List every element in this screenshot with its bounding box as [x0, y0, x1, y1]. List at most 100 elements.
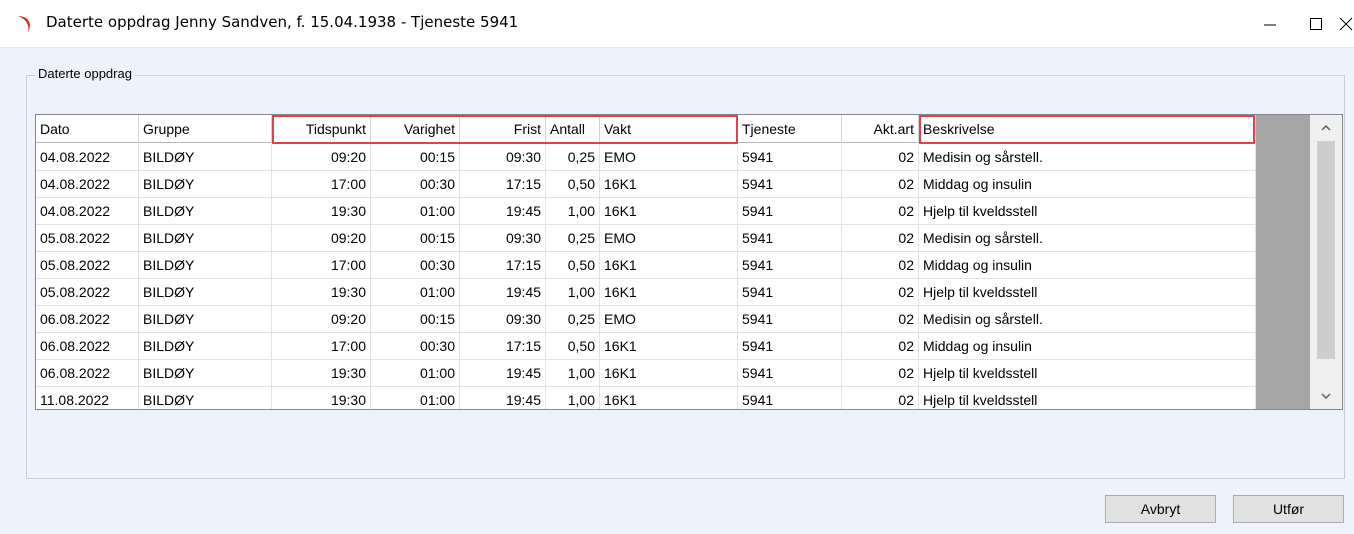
cell-tidspunkt: 19:30: [272, 198, 371, 225]
cell-tidspunkt: 17:00: [272, 252, 371, 279]
cell-dato: 05.08.2022: [36, 225, 139, 252]
cell-frist: 19:45: [460, 387, 546, 409]
cell-antall: 0,50: [546, 252, 600, 279]
cancel-button[interactable]: Avbryt: [1105, 495, 1216, 523]
cell-dato: 06.08.2022: [36, 360, 139, 387]
cell-dato: 04.08.2022: [36, 144, 139, 171]
cell-frist: 19:45: [460, 279, 546, 306]
cell-gruppe: BILDØY: [139, 198, 272, 225]
cell-frist: 17:15: [460, 333, 546, 360]
assignments-table[interactable]: Dato Gruppe Tidspunkt Varighet Frist Antall Va…: [35, 114, 1343, 410]
scroll-thumb[interactable]: [1317, 141, 1335, 359]
cell-beskrivelse: Middag og insulin: [919, 333, 1256, 360]
table-row[interactable]: 06.08.2022 BILDØY 17:00 00:30 17:15 0,50 16K1 5…: [36, 333, 1256, 360]
grid-empty-area: [1256, 115, 1310, 409]
cell-tjeneste: 5941: [738, 171, 842, 198]
table-row[interactable]: 05.08.2022 BILDØY 17:00 00:30 17:15 0,50 16K1 5…: [36, 252, 1256, 279]
scroll-up-button[interactable]: [1310, 115, 1342, 141]
cell-varighet: 00:30: [371, 252, 460, 279]
cell-antall: 0,50: [546, 171, 600, 198]
column-header-gruppe[interactable]: Gruppe: [139, 115, 272, 143]
cell-antall: 0,25: [546, 306, 600, 333]
table-row[interactable]: 04.08.2022 BILDØY 17:00 00:30 17:15 0,50 16K1 5…: [36, 171, 1256, 198]
cell-beskrivelse: Hjelp til kveldsstell: [919, 198, 1256, 225]
cell-dato: 04.08.2022: [36, 171, 139, 198]
column-header-tjeneste[interactable]: Tjeneste: [738, 115, 842, 143]
cell-vakt: 16K1: [600, 198, 738, 225]
cell-akt-art: 02: [842, 252, 919, 279]
cell-gruppe: BILDØY: [139, 306, 272, 333]
cell-beskrivelse: Hjelp til kveldsstell: [919, 360, 1256, 387]
app-logo-icon: [14, 13, 36, 35]
cell-vakt: 16K1: [600, 387, 738, 409]
cell-varighet: 01:00: [371, 387, 460, 409]
cell-frist: 17:15: [460, 252, 546, 279]
cell-varighet: 00:30: [371, 333, 460, 360]
cell-tidspunkt: 09:20: [272, 225, 371, 252]
column-header-dato[interactable]: Dato: [36, 115, 139, 143]
close-button[interactable]: [1338, 0, 1354, 47]
execute-button[interactable]: Utfør: [1233, 495, 1344, 523]
cell-vakt: EMO: [600, 144, 738, 171]
table-row[interactable]: 11.08.2022 BILDØY 19:30 01:00 19:45 1,00 16K1 5…: [36, 387, 1256, 409]
cell-gruppe: BILDØY: [139, 225, 272, 252]
chevron-up-icon: [1321, 124, 1331, 131]
cell-beskrivelse: Middag og insulin: [919, 252, 1256, 279]
table-row[interactable]: 04.08.2022 BILDØY 09:20 00:15 09:30 0,25 EMO 59…: [36, 144, 1256, 171]
minimize-icon: [1264, 24, 1276, 26]
cell-tidspunkt: 19:30: [272, 279, 371, 306]
column-header-tidspunkt[interactable]: Tidspunkt: [272, 115, 371, 143]
cell-tjeneste: 5941: [738, 225, 842, 252]
minimize-button[interactable]: [1246, 0, 1292, 47]
cell-tidspunkt: 09:20: [272, 306, 371, 333]
table-row[interactable]: 06.08.2022 BILDØY 19:30 01:00 19:45 1,00 16K1 5…: [36, 360, 1256, 387]
cell-vakt: 16K1: [600, 171, 738, 198]
cell-tjeneste: 5941: [738, 279, 842, 306]
cell-beskrivelse: Medisin og sårstell.: [919, 306, 1256, 333]
cell-varighet: 00:15: [371, 306, 460, 333]
cell-beskrivelse: Hjelp til kveldsstell: [919, 279, 1256, 306]
cell-tjeneste: 5941: [738, 387, 842, 409]
column-header-antall[interactable]: Antall: [546, 115, 600, 143]
cell-varighet: 00:30: [371, 171, 460, 198]
cell-vakt: 16K1: [600, 279, 738, 306]
cell-tidspunkt: 09:20: [272, 144, 371, 171]
cell-dato: 11.08.2022: [36, 387, 139, 409]
column-header-vakt[interactable]: Vakt: [600, 115, 738, 143]
cell-frist: 19:45: [460, 360, 546, 387]
cell-dato: 06.08.2022: [36, 333, 139, 360]
cell-akt-art: 02: [842, 144, 919, 171]
column-header-akt-art[interactable]: Akt.art: [842, 115, 919, 143]
cell-antall: 1,00: [546, 387, 600, 409]
cell-varighet: 01:00: [371, 279, 460, 306]
cell-akt-art: 02: [842, 360, 919, 387]
cell-dato: 04.08.2022: [36, 198, 139, 225]
cell-antall: 1,00: [546, 198, 600, 225]
table-row[interactable]: 06.08.2022 BILDØY 09:20 00:15 09:30 0,25 EMO 59…: [36, 306, 1256, 333]
cell-frist: 09:30: [460, 306, 546, 333]
cell-tidspunkt: 17:00: [272, 171, 371, 198]
maximize-button[interactable]: [1292, 0, 1338, 47]
cell-tjeneste: 5941: [738, 198, 842, 225]
cell-antall: 0,50: [546, 333, 600, 360]
cell-frist: 17:15: [460, 171, 546, 198]
cell-akt-art: 02: [842, 171, 919, 198]
table-row[interactable]: 05.08.2022 BILDØY 19:30 01:00 19:45 1,00 16K1 5…: [36, 279, 1256, 306]
maximize-icon: [1310, 18, 1322, 30]
table-row[interactable]: 05.08.2022 BILDØY 09:20 00:15 09:30 0,25 EMO 59…: [36, 225, 1256, 252]
column-header-beskrivelse[interactable]: Beskrivelse: [919, 115, 1256, 143]
cell-akt-art: 02: [842, 279, 919, 306]
cell-varighet: 01:00: [371, 360, 460, 387]
cell-varighet: 00:15: [371, 225, 460, 252]
scroll-down-button[interactable]: [1310, 383, 1342, 409]
vertical-scrollbar[interactable]: [1310, 115, 1342, 409]
table-row[interactable]: 04.08.2022 BILDØY 19:30 01:00 19:45 1,00 16K1 5…: [36, 198, 1256, 225]
cell-vakt: 16K1: [600, 360, 738, 387]
cell-beskrivelse: Medisin og sårstell.: [919, 144, 1256, 171]
cell-dato: 06.08.2022: [36, 306, 139, 333]
cell-gruppe: BILDØY: [139, 171, 272, 198]
column-header-frist[interactable]: Frist: [460, 115, 546, 143]
column-header-varighet[interactable]: Varighet: [371, 115, 460, 143]
table-header: Dato Gruppe Tidspunkt Varighet Frist Antall Va…: [36, 115, 1256, 143]
cell-beskrivelse: Hjelp til kveldsstell: [919, 387, 1256, 409]
